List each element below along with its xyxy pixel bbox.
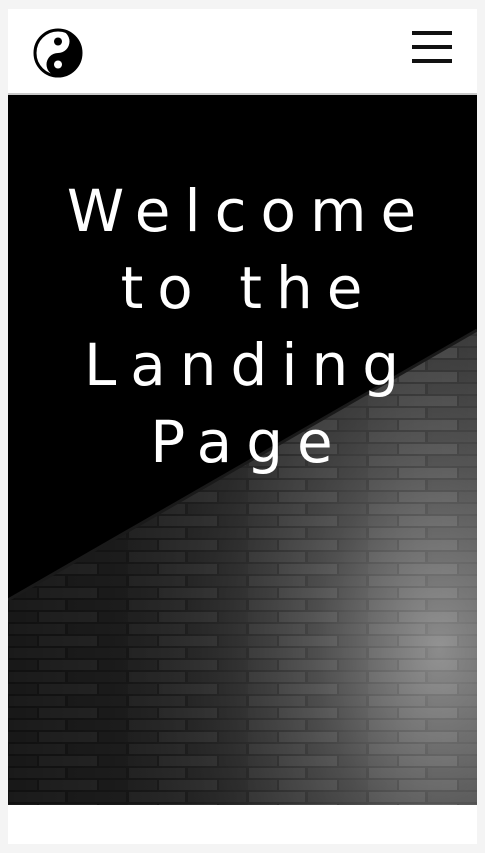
yin-yang-icon[interactable] [33,28,83,78]
page-frame: Welcome to the Landing Page [8,9,477,844]
hero-title: Welcome to the Landing Page [66,177,431,476]
site-header [8,9,477,95]
hero-section: Welcome to the Landing Page [8,95,477,805]
footer-strip [8,805,477,844]
menu-bar-middle [412,45,452,49]
menu-bar-top [412,31,452,35]
menu-bar-bottom [412,59,452,63]
hamburger-menu-icon[interactable] [412,31,452,65]
